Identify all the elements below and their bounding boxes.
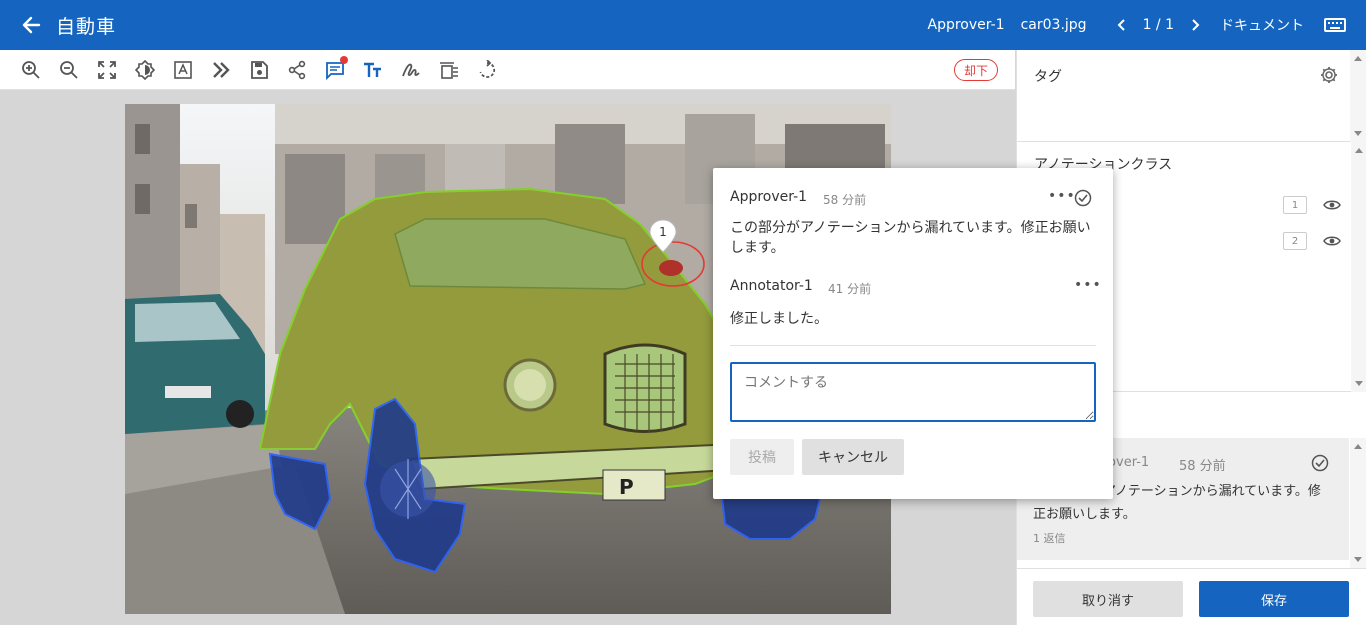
keyboard-icon[interactable] [1324,18,1346,32]
undo-button[interactable]: 取り消す [1033,581,1183,617]
svg-text:P: P [619,475,634,499]
eye-icon[interactable] [1323,199,1341,211]
post-button[interactable]: 投稿 [730,439,794,475]
back-arrow-icon[interactable] [20,14,42,36]
fit-screen-icon[interactable] [88,52,126,88]
share-icon[interactable] [278,52,316,88]
cancel-button[interactable]: キャンセル [802,439,904,475]
tag-section: タグ [1017,50,1366,142]
document-link[interactable]: ドキュメント [1220,15,1304,35]
app-header: 自動車 Approver-1 car03.jpg 1 / 1 ドキュメント [0,0,1366,50]
comment-popup: Approver-1 58 分前 ••• この部分がアノテーションから漏れていま… [713,168,1113,499]
check-circle-icon[interactable] [1311,454,1329,472]
text-select-icon[interactable] [164,52,202,88]
toolbar: 却下 [0,50,1015,90]
tag-label: タグ [1034,69,1062,85]
text-size-icon[interactable] [354,52,392,88]
comment-time: 58 分前 [1179,459,1226,474]
class-badge: 2 [1283,232,1307,250]
comment-text: この部分がアノテーションから漏れています。修正お願いします。 [730,220,1091,256]
notification-dot [340,55,348,64]
page-indicator: 1 / 1 [1142,17,1174,33]
comment-time: 58 分前 [823,193,867,207]
comment-scrollbar[interactable] [1350,438,1366,568]
annotation-scrollbar[interactable] [1351,142,1366,392]
class-badge: 1 [1283,196,1307,214]
class-row[interactable]: 2 [1283,232,1341,250]
zoom-in-icon[interactable] [12,52,50,88]
save-icon[interactable] [240,52,278,88]
comment-icon[interactable] [316,52,354,88]
tag-list-icon[interactable] [430,52,468,88]
comment-time: 41 分前 [828,282,872,296]
chevron-right-icon[interactable] [1188,18,1202,32]
footer-buttons: 取り消す 保存 [1017,568,1366,625]
role-label: Approver-1 [927,17,1005,33]
marker-number: 1 [659,225,667,239]
comment-marker[interactable]: 1 [649,219,677,253]
zoom-out-icon[interactable] [50,52,88,88]
reply-count[interactable]: 1 返信 [1033,530,1066,546]
more-options-icon[interactable]: ••• [1048,188,1076,204]
eye-icon[interactable] [1323,235,1341,247]
class-row[interactable]: 1 [1283,196,1341,214]
chevrons-right-icon[interactable] [202,52,240,88]
more-options-icon[interactable]: ••• [1074,277,1102,293]
tag-scrollbar[interactable] [1350,50,1366,142]
comment-text: 修正しました。 [730,311,828,327]
comment-author: Annotator-1 [730,278,813,294]
page-title: 自動車 [56,15,117,38]
gear-icon[interactable] [1320,66,1338,84]
save-button[interactable]: 保存 [1199,581,1349,617]
filename-label: car03.jpg [1020,17,1087,33]
chevron-left-icon[interactable] [1115,18,1129,32]
signature-icon[interactable] [392,52,430,88]
comment-input[interactable] [730,362,1096,422]
reject-button[interactable]: 却下 [954,59,998,81]
divider [730,345,1096,346]
comment-author: Approver-1 [730,189,808,205]
brightness-icon[interactable] [126,52,164,88]
check-circle-icon[interactable] [1074,189,1092,207]
rotate-icon[interactable] [468,52,506,88]
